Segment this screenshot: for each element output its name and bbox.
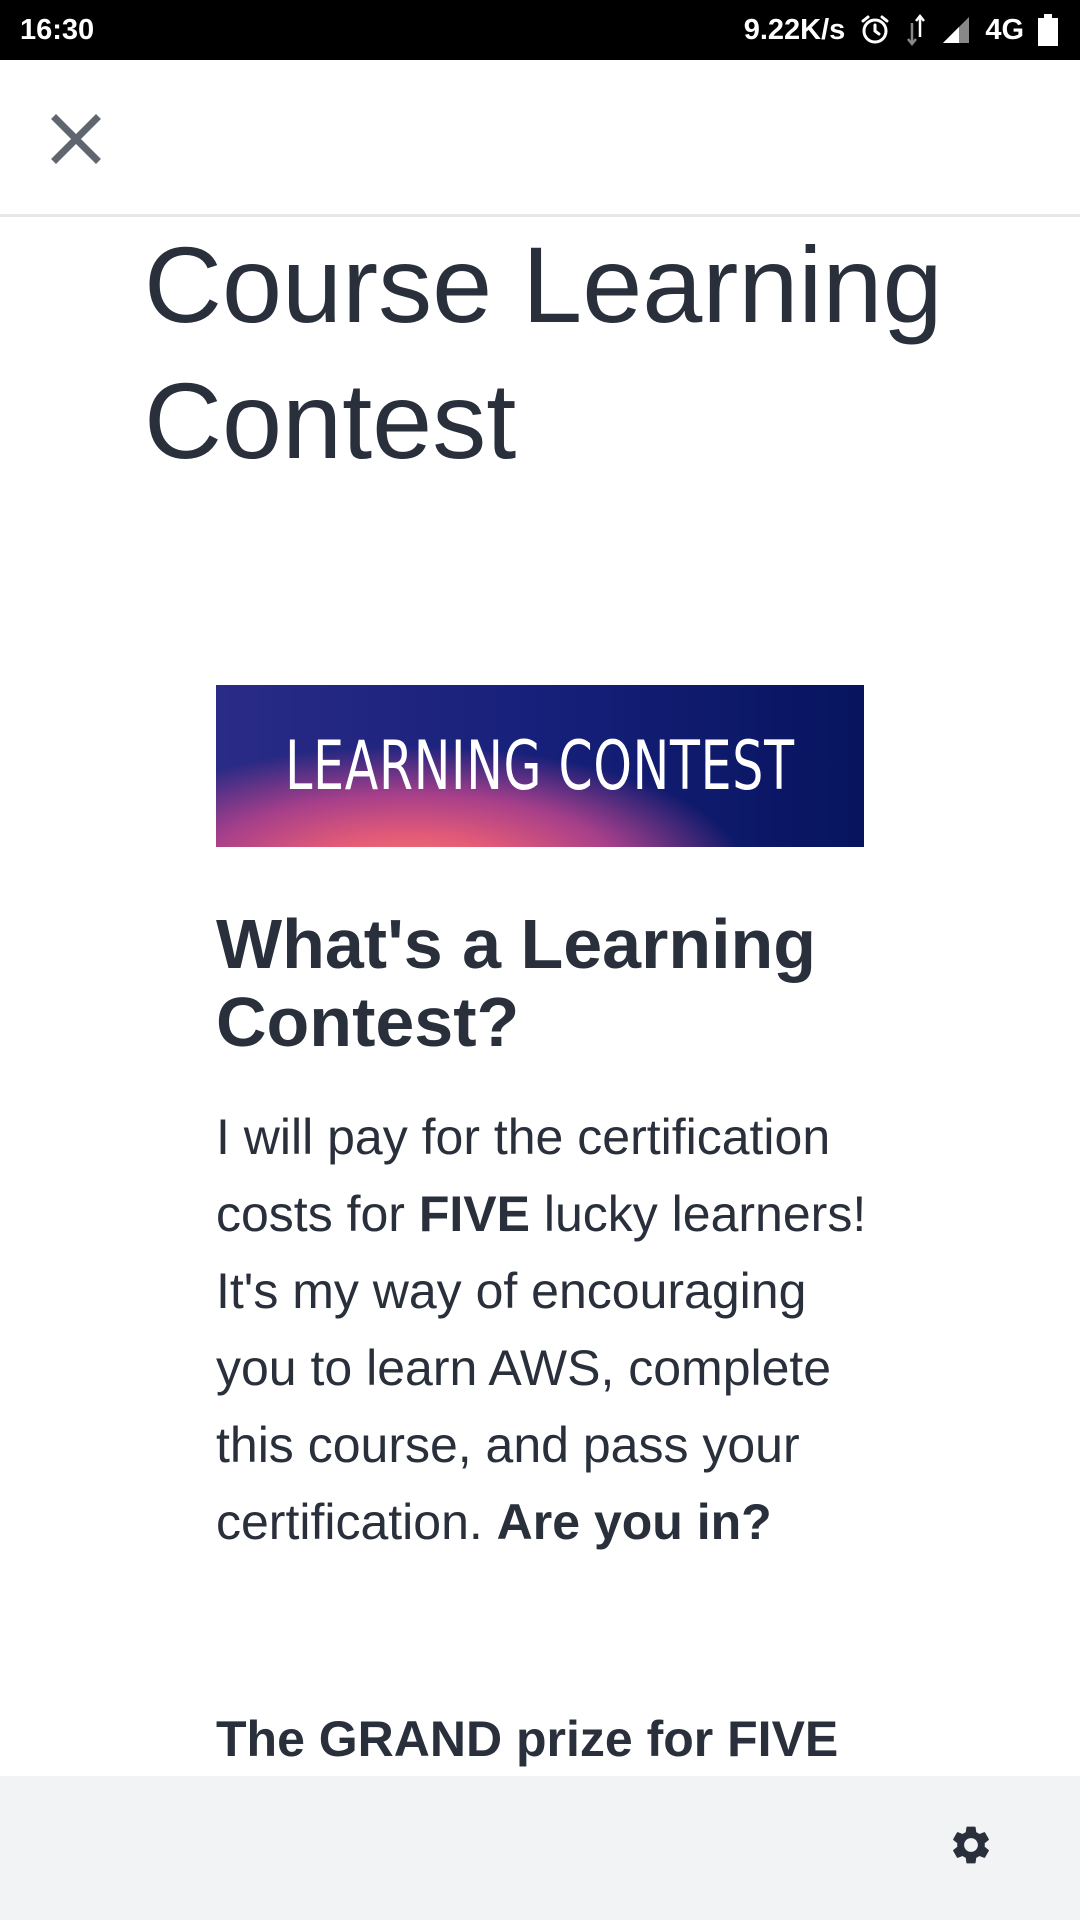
network-speed: 9.22K/s xyxy=(743,13,846,46)
settings-button[interactable] xyxy=(940,1816,1002,1878)
description-bold-five: FIVE xyxy=(418,1186,530,1242)
close-icon[interactable] xyxy=(50,113,102,170)
contest-description: I will pay for the certification costs f… xyxy=(216,1099,876,1561)
bottom-bar xyxy=(0,1776,1080,1920)
alarm-icon xyxy=(859,14,891,46)
status-bar: 16:30 9.22K/s 4G xyxy=(0,0,1080,60)
close-button[interactable] xyxy=(40,105,112,177)
battery-icon xyxy=(1038,14,1058,46)
network-type: 4G xyxy=(985,13,1024,46)
grand-prize-heading: The GRAND prize for FIVE xyxy=(216,1711,839,1767)
banner-text: LEARNING CONTEST xyxy=(285,726,795,806)
data-transfer-icon xyxy=(905,13,927,47)
section-heading: What's a Learning Contest? xyxy=(216,905,817,1061)
page-title: Course Learning Contest xyxy=(144,224,943,481)
status-icons: 9.22K/s 4G xyxy=(744,13,1058,47)
main-content: Course Learning Contest LEARNING CONTEST… xyxy=(0,217,1080,1776)
description-bold-are-you-in: Are you in? xyxy=(496,1494,772,1550)
status-time: 16:30 xyxy=(20,13,95,46)
top-bar xyxy=(0,60,1080,217)
gear-icon[interactable] xyxy=(948,1822,994,1873)
contest-banner-image: LEARNING CONTEST xyxy=(216,685,864,847)
signal-icon xyxy=(941,15,971,45)
